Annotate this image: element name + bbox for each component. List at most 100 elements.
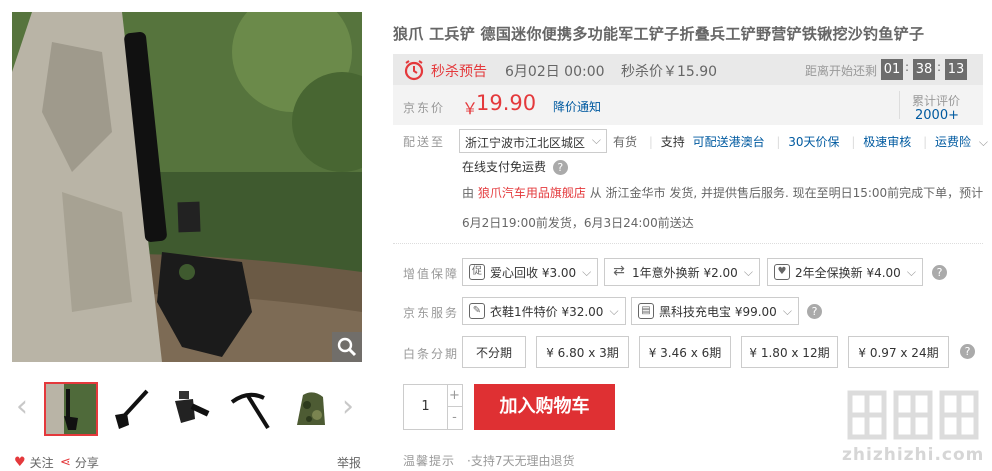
installment-12[interactable]: ¥ 1.80 x 12期 <box>741 336 838 368</box>
shovel-icon <box>115 389 149 429</box>
thumbnail-2[interactable] <box>104 382 158 436</box>
chevron-down-icon: ⌵ <box>582 264 592 279</box>
thumbnail-strip: ‹ › <box>12 382 362 436</box>
site-watermark: zhizhizhi.com <box>842 383 990 469</box>
thumbnail-4[interactable] <box>224 382 278 436</box>
option-text: 黑科技充电宝 ¥99.00 <box>659 304 777 319</box>
folded-shovel-icon <box>175 391 210 423</box>
tag-freight-insurance[interactable]: 运费险 <box>935 135 971 149</box>
chevron-down-icon[interactable]: ⌵ <box>979 135 988 149</box>
installment-6[interactable]: ¥ 3.46 x 6期 <box>639 336 731 368</box>
tag-fast-review[interactable]: 极速审核 <box>863 135 911 149</box>
tag-price-protect[interactable]: 30天价保 <box>788 135 839 149</box>
divider <box>899 91 900 119</box>
flash-sale-price: 秒杀价￥15.90 <box>621 64 718 80</box>
countdown-seconds: 13 <box>945 59 967 80</box>
main-product-image[interactable] <box>12 12 362 362</box>
installment-none[interactable]: 不分期 <box>462 336 526 368</box>
tag-hk-macau-taiwan[interactable]: 可配送港澳台 <box>693 135 765 149</box>
supports-label: 支持 <box>660 135 685 149</box>
seller-prefix: 由 <box>462 186 475 200</box>
thumb-photo-icon <box>46 384 96 434</box>
option-text: 爱心回收 ¥3.00 <box>490 265 577 280</box>
watermark-logo-icon <box>847 390 979 440</box>
help-icon[interactable]: ? <box>552 160 568 175</box>
thumbnail-5[interactable] <box>284 382 338 436</box>
option-love-recycle[interactable]: 促 爱心回收 ¥3.00 ⌵ <box>462 258 599 286</box>
option-power-bank[interactable]: ▤ 黑科技充电宝 ¥99.00 ⌵ <box>631 297 799 325</box>
shipping-label: 配送至 <box>403 135 446 149</box>
address-select[interactable]: 浙江宁波市江北区城区 ⌵ <box>459 129 607 153</box>
tips-label: 温馨提示 <box>403 454 456 468</box>
chevron-down-icon: ⌵ <box>906 264 916 279</box>
option-text: 1年意外换新 ¥2.00 <box>632 265 738 280</box>
price-value: 19.90 <box>476 91 537 115</box>
option-text: 2年全保换新 ¥4.00 <box>795 265 901 280</box>
value-added-label: 增值保障 <box>403 267 460 281</box>
countdown-label: 距离开始还剩 <box>805 64 878 78</box>
option-clothing-shoes[interactable]: ✎ 衣鞋1件特价 ¥32.00 ⌵ <box>462 297 626 325</box>
stock-status: 有货 <box>613 135 638 149</box>
product-title: 狼爪 工兵铲 德国迷你便携多功能军工铲子折叠兵工铲野营铲铁锹挖沙钓鱼铲子 <box>393 25 925 43</box>
product-photo <box>12 12 362 362</box>
watermark-site: zhizhizhi.com <box>842 445 985 465</box>
price-panel: 京东价 ￥ 19.90 降价通知 累计评价 2000+ <box>393 85 983 125</box>
help-icon[interactable]: ? <box>960 344 975 359</box>
chevron-down-icon: ⌵ <box>782 303 792 318</box>
free-shipping-text: 在线支付免运费 <box>462 160 547 174</box>
option-full-protect[interactable]: ♥ 2年全保换新 ¥4.00 ⌵ <box>767 258 923 286</box>
reviews-count[interactable]: 2000+ <box>915 108 959 123</box>
installment-24[interactable]: ¥ 0.97 x 24期 <box>848 336 949 368</box>
thumbnail-3[interactable] <box>164 382 218 436</box>
gallery-actions: ♥ 关注 ⋖ 分享 举报 <box>12 454 362 471</box>
promo-icon: 促 <box>469 264 485 280</box>
installment-3[interactable]: ¥ 6.80 x 3期 <box>536 336 629 368</box>
price-notify-link[interactable]: 降价通知 <box>553 98 601 115</box>
brush-icon: ✎ <box>469 303 485 319</box>
price-label: 京东价 <box>403 101 446 115</box>
shipping-tags: 有货 | 支持 可配送港澳台 | 30天价保 | 极速审核 | 运费险 ⌵ <box>613 135 988 149</box>
installments-label: 白条分期 <box>403 347 460 361</box>
share-button[interactable]: ⋖ 分享 <box>60 454 99 471</box>
camo-pouch-icon <box>297 392 325 425</box>
jd-service-label: 京东服务 <box>403 306 460 320</box>
flash-sale-label: 秒杀预告 <box>431 64 487 80</box>
chevron-right-icon[interactable]: › <box>338 392 358 426</box>
chevron-down-icon: ⌵ <box>591 133 601 147</box>
quantity-plus-button[interactable]: + <box>447 385 462 407</box>
heart-shield-icon: ♥ <box>774 264 790 280</box>
free-shipping-note: 在线支付免运费 ? <box>462 158 568 175</box>
share-label: 分享 <box>74 456 99 470</box>
option-accident-replace[interactable]: ⇄ 1年意外换新 ¥2.00 ⌵ <box>604 258 760 286</box>
alarm-clock-icon <box>403 59 425 84</box>
report-label: 举报 <box>337 456 362 470</box>
help-icon[interactable]: ? <box>807 304 822 319</box>
delivery-estimate: 6月2日19:00前发货，6月3日24:00前送达 <box>462 216 694 230</box>
add-to-cart-button[interactable]: 加入购物车 <box>474 384 615 430</box>
quantity-input[interactable]: 1 <box>404 385 448 429</box>
power-bank-icon: ▤ <box>638 303 654 319</box>
share-icon: ⋖ <box>60 455 71 470</box>
follow-label: 关注 <box>29 456 54 470</box>
seller-suffix: 从 浙江金华市 发货, 并提供售后服务. 现在至明日15:00前完成下单，预计 <box>589 186 984 200</box>
address-value: 浙江宁波市江北区城区 <box>465 136 586 150</box>
flash-sale-bar: 秒杀预告 6月02日 00:00 秒杀价￥15.90 距离开始还剩 01 : 3… <box>393 54 983 85</box>
countdown-minutes: 38 <box>913 59 935 80</box>
quantity-stepper: 1 + - <box>403 384 463 430</box>
pickaxe-icon <box>230 392 270 430</box>
seller-info: 由 狼爪汽车用品旗舰店 从 浙江金华市 发货, 并提供售后服务. 现在至明日15… <box>462 184 983 201</box>
report-link[interactable]: 举报 <box>337 454 361 471</box>
heart-icon: ♥ <box>14 455 26 470</box>
follow-button[interactable]: ♥ 关注 <box>14 454 54 471</box>
seller-store-link[interactable]: 狼爪汽车用品旗舰店 <box>478 186 586 200</box>
chevron-down-icon: ⌵ <box>609 303 619 318</box>
chevron-down-icon: ⌵ <box>743 264 753 279</box>
quantity-minus-button[interactable]: - <box>447 407 462 429</box>
countdown-hours: 01 <box>881 59 903 80</box>
thumbnail-1[interactable] <box>44 382 98 436</box>
chevron-left-icon[interactable]: ‹ <box>12 392 32 426</box>
help-icon[interactable]: ? <box>932 265 947 280</box>
swap-icon: ⇄ <box>613 263 625 279</box>
zoom-icon[interactable] <box>332 332 362 362</box>
option-text: 衣鞋1件特价 ¥32.00 <box>490 304 604 319</box>
